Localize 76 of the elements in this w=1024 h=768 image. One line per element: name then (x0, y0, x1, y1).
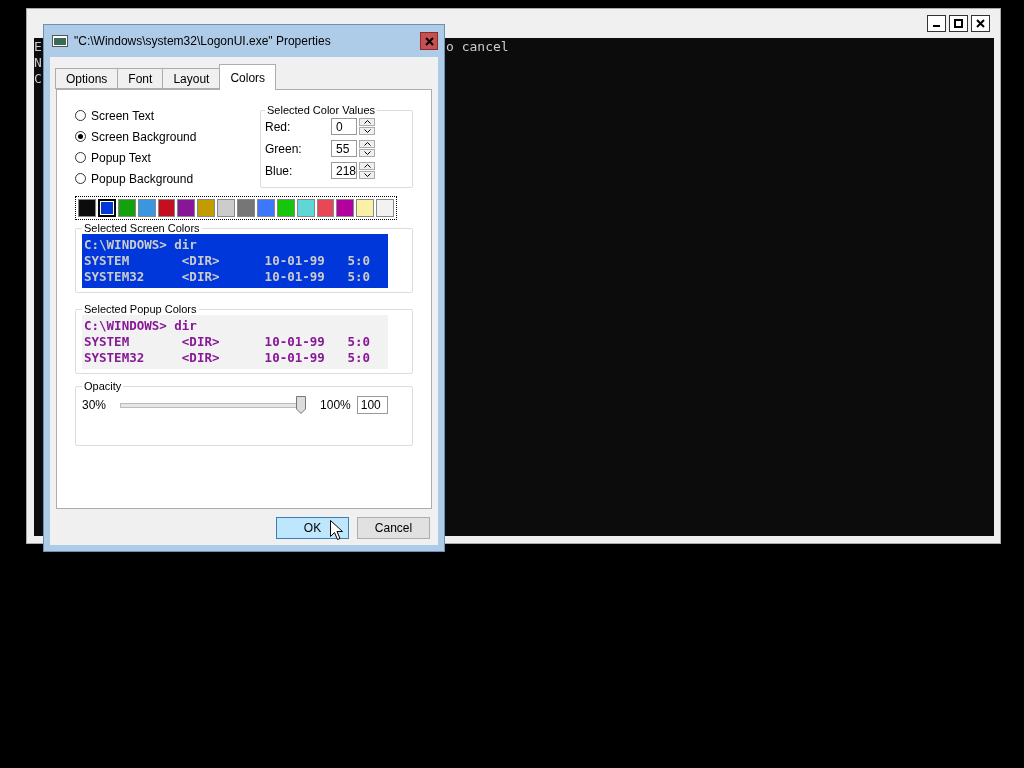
slider-track[interactable] (120, 396, 307, 414)
close-icon (424, 36, 434, 46)
caret-down-icon (363, 151, 371, 155)
mouse-pointer-icon (330, 520, 343, 541)
color-swatch[interactable] (97, 199, 116, 217)
color-swatch[interactable] (296, 199, 315, 217)
console-text: E (34, 39, 43, 55)
radio-button[interactable] (75, 173, 86, 184)
preview-line: SYSTEM <DIR> 10-01-99 5:0 (84, 253, 371, 269)
color-swatch[interactable] (237, 199, 255, 217)
tab[interactable]: Font (117, 68, 164, 89)
min-label: 30% (82, 398, 107, 412)
color-swatch[interactable] (376, 199, 394, 217)
group-title: Selected Screen Colors (83, 222, 201, 234)
color-swatch[interactable] (117, 199, 136, 217)
color-swatch[interactable] (336, 199, 355, 217)
console-text: o cancel (446, 38, 509, 56)
color-swatch[interactable] (316, 199, 335, 217)
number-field[interactable]: 218 (331, 162, 357, 179)
color-swatch[interactable] (197, 199, 216, 217)
radio-label[interactable]: Screen Text (91, 108, 155, 123)
field-label: Red: (265, 119, 292, 134)
down-arrow-button[interactable] (359, 149, 375, 157)
up-arrow-button[interactable] (359, 118, 375, 126)
close-icon (976, 19, 985, 28)
dialog-button[interactable]: Cancel (357, 517, 430, 539)
radio-label[interactable]: Popup Text (91, 150, 151, 165)
preview-line: C:\WINDOWS> dir (84, 318, 198, 334)
preview-line: SYSTEM32 <DIR> 10-01-99 5:0 (84, 269, 371, 285)
caret-up-icon (363, 164, 371, 168)
console-icon (52, 35, 68, 47)
minimize-button[interactable] (927, 15, 946, 32)
preview-line: SYSTEM32 <DIR> 10-01-99 5:0 (84, 350, 371, 366)
group-title: Selected Color Values (266, 104, 377, 116)
console-text: C (34, 71, 43, 87)
color-swatch[interactable] (276, 199, 295, 217)
tab[interactable]: Colors (219, 64, 277, 90)
caret-up-icon (363, 120, 371, 124)
caret-down-icon (363, 173, 371, 177)
down-arrow-button[interactable] (359, 171, 375, 179)
color-swatch[interactable] (157, 199, 176, 217)
down-arrow-button[interactable] (359, 127, 375, 135)
caret-up-icon (363, 142, 371, 146)
preview-line: C:\WINDOWS> dir (84, 237, 198, 253)
maximize-icon (954, 19, 963, 28)
tab[interactable]: Layout (162, 68, 221, 89)
color-swatch[interactable] (78, 199, 96, 217)
opacity-field[interactable]: 100 (356, 396, 388, 414)
radio-label[interactable]: Popup Background (91, 171, 194, 186)
color-swatch[interactable] (356, 199, 375, 217)
color-swatch[interactable] (177, 199, 196, 217)
number-field[interactable]: 55 (331, 140, 357, 157)
tab[interactable]: Options (55, 68, 119, 89)
dialog-button[interactable]: OK (276, 517, 349, 539)
field-label: Green: (265, 141, 303, 156)
group-title: Opacity (83, 380, 123, 392)
field-label: Blue: (265, 163, 294, 178)
radio-button[interactable] (75, 131, 86, 142)
color-swatch[interactable] (256, 199, 275, 217)
color-swatch[interactable] (137, 199, 156, 217)
radio-button[interactable] (75, 152, 86, 163)
radio-label[interactable]: Screen Background (91, 129, 197, 144)
radio-button[interactable] (75, 110, 86, 121)
caret-down-icon (363, 129, 371, 133)
group-title: Selected Popup Colors (83, 303, 198, 315)
maximize-button[interactable] (949, 15, 968, 32)
up-arrow-button[interactable] (359, 140, 375, 148)
max-label: 100% (320, 398, 351, 412)
close-button[interactable] (971, 15, 990, 32)
slider-thumb[interactable] (296, 396, 307, 414)
window-title: "C:\Windows\system32\LogonUI.exe" Properties (74, 34, 332, 48)
console-text: N (34, 55, 43, 71)
color-swatch[interactable] (217, 199, 235, 217)
number-field[interactable]: 0 (331, 118, 357, 135)
preview-line: SYSTEM <DIR> 10-01-99 5:0 (84, 334, 371, 350)
up-arrow-button[interactable] (359, 162, 375, 170)
